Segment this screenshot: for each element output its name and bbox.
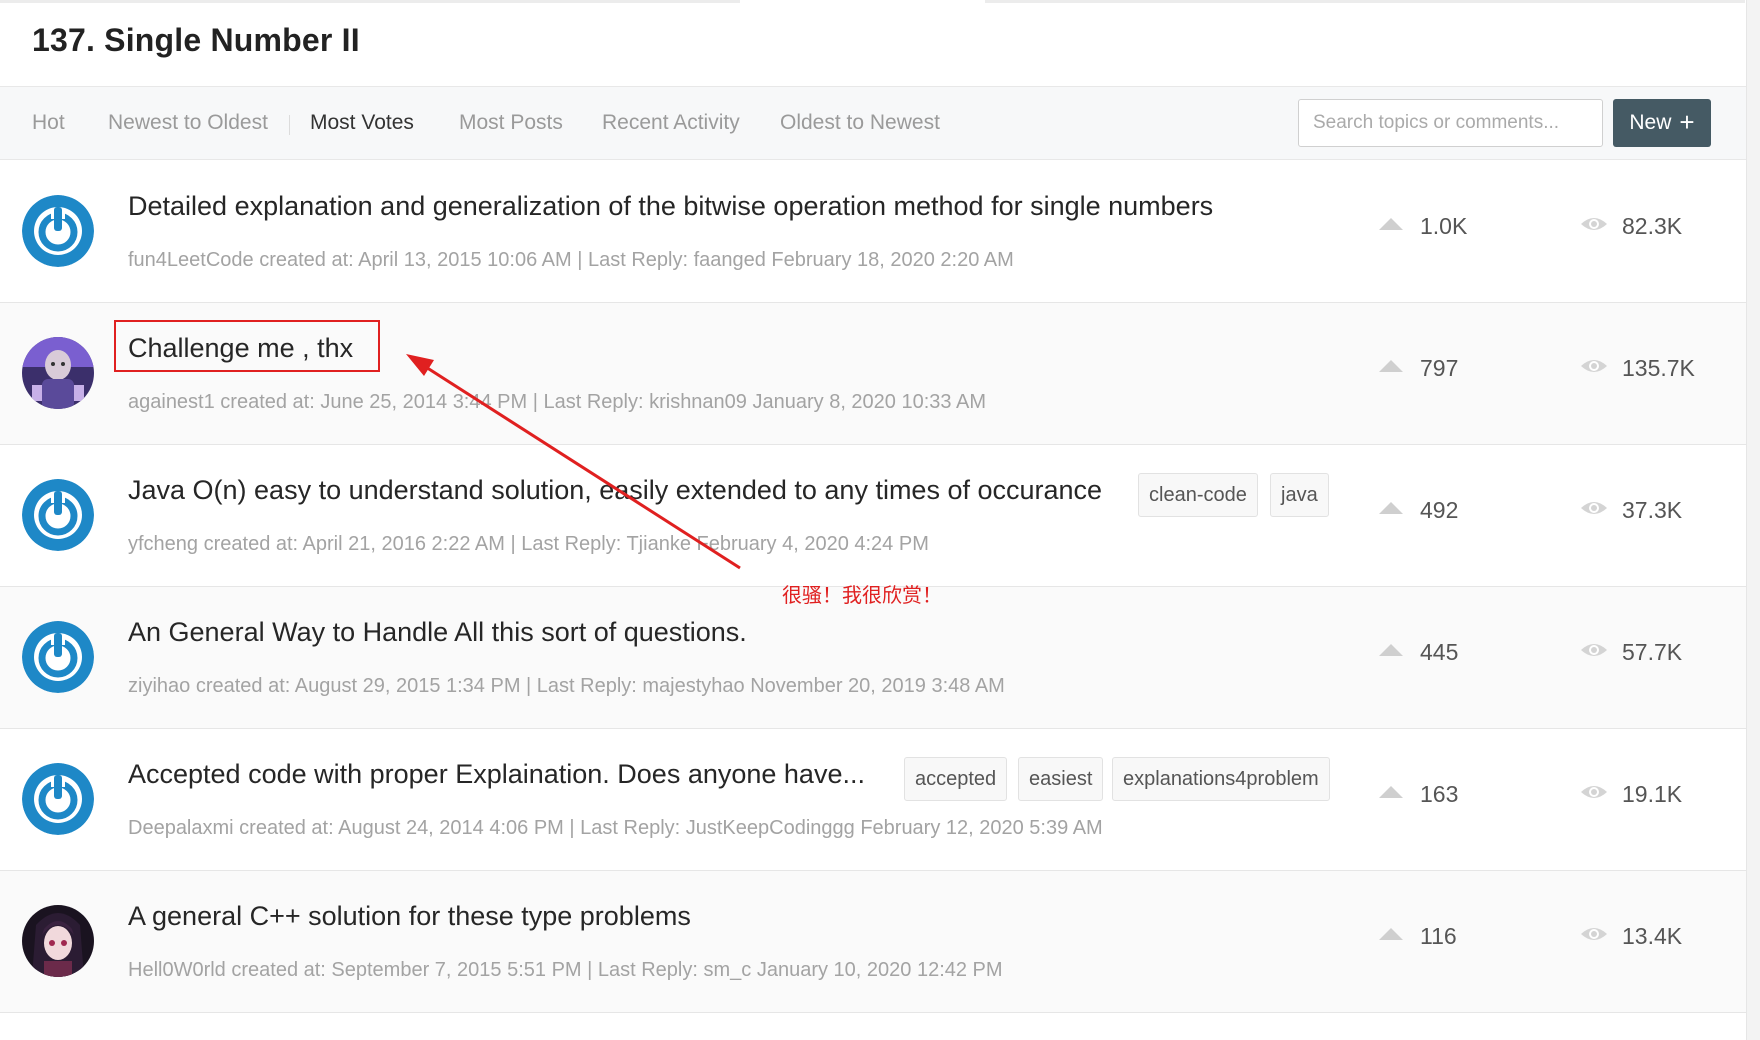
- vote-count: 1.0K: [1378, 213, 1467, 240]
- eye-icon: [1580, 641, 1608, 664]
- vote-count-value: 116: [1420, 923, 1457, 949]
- view-count-value: 82.3K: [1622, 213, 1683, 239]
- vote-count: 492: [1378, 497, 1458, 524]
- upvote-icon[interactable]: [1378, 643, 1404, 662]
- new-topic-button[interactable]: New +: [1613, 99, 1711, 147]
- topic-tag[interactable]: easiest: [1018, 757, 1104, 801]
- tab-strip-left: [0, 0, 740, 3]
- vote-count: 445: [1378, 639, 1458, 666]
- user-avatar[interactable]: [22, 763, 94, 835]
- user-avatar[interactable]: [22, 905, 94, 977]
- upvote-icon[interactable]: [1378, 359, 1404, 378]
- topic-row[interactable]: A general C++ solution for these type pr…: [0, 871, 1746, 1013]
- vote-count-value: 445: [1420, 639, 1459, 665]
- view-count: 57.7K: [1580, 639, 1682, 666]
- tab-newest-to-oldest[interactable]: Newest to Oldest: [108, 111, 268, 135]
- topic-title[interactable]: A general C++ solution for these type pr…: [128, 901, 691, 932]
- topic-meta: fun4LeetCode created at: April 13, 2015 …: [128, 249, 1014, 271]
- search-input[interactable]: [1298, 99, 1603, 147]
- vote-count: 163: [1378, 781, 1458, 808]
- tab-oldest-to-newest[interactable]: Oldest to Newest: [780, 111, 940, 135]
- topic-row[interactable]: Java O(n) easy to understand solution, e…: [0, 445, 1746, 587]
- vote-count: 797: [1378, 355, 1458, 382]
- view-count-value: 57.7K: [1622, 639, 1683, 665]
- new-button-label: New: [1629, 111, 1672, 134]
- upvote-icon[interactable]: [1378, 217, 1404, 236]
- tab-hot[interactable]: Hot: [32, 111, 65, 135]
- topic-row[interactable]: An General Way to Handle All this sort o…: [0, 587, 1746, 729]
- topic-title[interactable]: Java O(n) easy to understand solution, e…: [128, 475, 1102, 506]
- tab-divider: [289, 115, 290, 135]
- topic-row[interactable]: Detailed explanation and generalization …: [0, 161, 1746, 303]
- eye-icon: [1580, 925, 1608, 948]
- tab-most-votes[interactable]: Most Votes: [310, 111, 414, 135]
- topic-title[interactable]: An General Way to Handle All this sort o…: [128, 617, 747, 648]
- eye-icon: [1580, 357, 1608, 380]
- upvote-icon[interactable]: [1378, 501, 1404, 520]
- view-count: 82.3K: [1580, 213, 1682, 240]
- tab-recent-activity[interactable]: Recent Activity: [602, 111, 740, 135]
- annotation-highlight-box: [114, 320, 380, 372]
- plus-icon: +: [1679, 106, 1695, 137]
- view-count-value: 135.7K: [1622, 355, 1695, 381]
- user-avatar[interactable]: [22, 337, 94, 409]
- topic-meta: againest1 created at: June 25, 2014 3:44…: [128, 391, 986, 413]
- view-count-value: 19.1K: [1622, 781, 1683, 807]
- user-avatar[interactable]: [22, 479, 94, 551]
- eye-icon: [1580, 783, 1608, 806]
- view-count-value: 13.4K: [1622, 923, 1683, 949]
- scrollbar-track[interactable]: [1746, 0, 1760, 1040]
- upvote-icon[interactable]: [1378, 785, 1404, 804]
- page-title: 137. Single Number II: [32, 22, 360, 58]
- vote-count-value: 797: [1420, 355, 1459, 381]
- view-count: 135.7K: [1580, 355, 1695, 382]
- topic-meta: Deepalaxmi created at: August 24, 2014 4…: [128, 817, 1103, 839]
- eye-icon: [1580, 215, 1608, 238]
- topic-tag[interactable]: explanations4problem: [1112, 757, 1330, 801]
- topic-row[interactable]: Accepted code with proper Explaination. …: [0, 729, 1746, 871]
- topic-tag[interactable]: clean-code: [1138, 473, 1258, 517]
- vote-count-value: 163: [1420, 781, 1459, 807]
- eye-icon: [1580, 499, 1608, 522]
- tab-most-posts[interactable]: Most Posts: [459, 111, 563, 135]
- topic-title[interactable]: Detailed explanation and generalization …: [128, 191, 1213, 222]
- user-avatar[interactable]: [22, 195, 94, 267]
- topic-title[interactable]: Accepted code with proper Explaination. …: [128, 759, 865, 790]
- annotation-text: 很骚！我很欣赏！: [782, 583, 942, 607]
- upvote-icon[interactable]: [1378, 927, 1404, 946]
- view-count-value: 37.3K: [1622, 497, 1683, 523]
- tab-strip-right: [985, 0, 1745, 3]
- vote-count-value: 1.0K: [1420, 213, 1468, 239]
- top-tab-strip: [0, 0, 1760, 4]
- sort-toolbar: Hot Newest to Oldest Most Votes Most Pos…: [0, 86, 1746, 160]
- topic-tag[interactable]: java: [1270, 473, 1329, 517]
- topic-meta: yfcheng created at: April 21, 2016 2:22 …: [128, 533, 929, 555]
- view-count: 37.3K: [1580, 497, 1682, 524]
- user-avatar[interactable]: [22, 621, 94, 693]
- topic-meta: ziyihao created at: August 29, 2015 1:34…: [128, 675, 1005, 697]
- vote-count: 116: [1378, 923, 1457, 950]
- topic-meta: Hell0W0rld created at: September 7, 2015…: [128, 959, 1003, 981]
- topic-tag[interactable]: accepted: [904, 757, 1008, 801]
- view-count: 13.4K: [1580, 923, 1682, 950]
- vote-count-value: 492: [1420, 497, 1459, 523]
- view-count: 19.1K: [1580, 781, 1682, 808]
